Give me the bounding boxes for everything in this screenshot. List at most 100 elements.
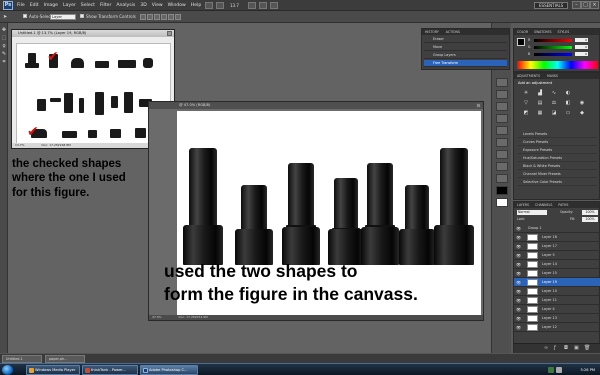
tab-color[interactable]: COLOR <box>517 30 528 34</box>
history-item[interactable]: Group Layers <box>424 52 507 59</box>
main-window-zoom[interactable]: 47.0% <box>152 315 162 319</box>
invert-icon[interactable]: ◩ <box>522 110 530 117</box>
visibility-eye-icon[interactable]: 👁 <box>516 296 522 305</box>
arrange-documents-icon[interactable] <box>270 2 278 9</box>
auto-select-dropdown[interactable]: Layer <box>50 14 76 20</box>
menu-image[interactable]: Image <box>44 0 58 11</box>
crop-tool-icon[interactable]: ⌗ <box>1 59 7 65</box>
panel-icon[interactable] <box>496 162 508 171</box>
layer-row-selected[interactable]: 👁 Layer 19 <box>514 278 600 287</box>
layer-row[interactable]: 👁 Layer 13 <box>514 314 600 323</box>
layer-style-icon[interactable]: ƒ <box>554 345 556 351</box>
foreground-color-swatch[interactable] <box>517 38 525 46</box>
visibility-eye-icon[interactable]: 👁 <box>516 269 522 278</box>
layer-row[interactable]: 👁 Layer 15 <box>514 269 600 278</box>
visibility-eye-icon[interactable]: 👁 <box>516 242 522 251</box>
new-layer-icon[interactable]: ▣ <box>574 345 579 351</box>
small-window-zoom[interactable]: 13.7% <box>15 143 25 147</box>
preset-row[interactable]: Channel Mixer Presets <box>517 171 597 178</box>
align-right-icon[interactable] <box>175 14 181 20</box>
align-bottom-icon[interactable] <box>154 14 160 20</box>
align-vcenter-icon[interactable] <box>147 14 153 20</box>
fill-field[interactable]: 100% <box>582 217 598 222</box>
panel-icon[interactable] <box>496 174 508 183</box>
marquee-tool-icon[interactable]: ⬚ <box>1 35 7 41</box>
clock[interactable]: 5:26 PM <box>566 365 598 375</box>
preset-row[interactable]: Hue/Saturation Presets <box>517 155 597 162</box>
tab-layers[interactable]: LAYERS <box>517 203 529 207</box>
rotate-view-icon[interactable] <box>259 2 267 9</box>
visibility-eye-icon[interactable]: 👁 <box>516 314 522 323</box>
layer-row[interactable]: 👁 Layer 11 <box>514 296 600 305</box>
red-value[interactable]: 0 <box>575 38 588 42</box>
photo-filter-icon[interactable]: ◉ <box>578 100 586 107</box>
main-window-canvas[interactable]: used the two shapes to form the figure i… <box>164 111 481 316</box>
curves-icon[interactable]: ∿ <box>550 90 558 97</box>
preset-row[interactable]: Selective Color Presets <box>517 179 597 186</box>
blue-slider[interactable] <box>534 53 572 56</box>
minimized-doc-tab[interactable]: Untitled-1 <box>2 355 42 363</box>
visibility-eye-icon[interactable]: 👁 <box>516 260 522 269</box>
auto-select-checkbox[interactable] <box>23 14 27 18</box>
layer-row[interactable]: 👁 Layer 16 <box>514 233 600 242</box>
menu-help[interactable]: Help <box>191 0 201 11</box>
small-window-close-icon[interactable] <box>167 31 172 36</box>
tab-history[interactable]: HISTORY <box>425 30 439 34</box>
menu-view[interactable]: View <box>152 0 163 11</box>
visibility-eye-icon[interactable]: 👁 <box>516 224 522 233</box>
panel-icon[interactable] <box>496 90 508 99</box>
menu-edit[interactable]: Edit <box>30 0 39 11</box>
move-tool-icon[interactable]: ✥ <box>1 27 7 33</box>
preset-row[interactable]: Levels Presets <box>517 131 597 138</box>
minimized-doc-tab[interactable]: paper-ph... <box>45 355 85 363</box>
tab-masks[interactable]: MASKS <box>547 74 558 78</box>
panel-icon[interactable] <box>496 114 508 123</box>
main-window-title[interactable]: @ 47.0% (RGB/8) <box>149 102 483 109</box>
network-icon[interactable] <box>548 367 554 373</box>
color-balance-icon[interactable]: ⚖ <box>550 100 558 107</box>
panel-icon[interactable] <box>496 138 508 147</box>
tab-paths[interactable]: PATHS <box>558 203 568 207</box>
maximize-icon[interactable]: □ <box>581 1 590 9</box>
main-window-close-icon[interactable] <box>476 103 481 108</box>
align-left-icon[interactable] <box>161 14 167 20</box>
history-item[interactable]: Move <box>424 44 507 51</box>
history-item[interactable]: Eraser <box>424 36 507 43</box>
menu-select[interactable]: Select <box>81 0 95 11</box>
visibility-eye-icon[interactable]: 👁 <box>516 323 522 332</box>
quick-select-tool-icon[interactable]: ✎ <box>1 51 7 57</box>
green-value[interactable]: 0 <box>575 45 588 49</box>
layer-row[interactable]: 👁 Layer 14 <box>514 260 600 269</box>
visibility-eye-icon[interactable]: 👁 <box>516 251 522 260</box>
layer-row[interactable]: 👁 Layer 5 <box>514 251 600 260</box>
link-layers-icon[interactable]: ∞ <box>544 345 548 351</box>
green-slider[interactable] <box>534 46 572 49</box>
vibrance-icon[interactable]: ▽ <box>522 100 530 107</box>
visibility-eye-icon[interactable]: 👁 <box>516 287 522 296</box>
taskbar-item-active[interactable]: Adobe Photoshop C... <box>140 365 198 375</box>
gradient-map-icon[interactable]: ▭ <box>564 110 572 117</box>
brightness-icon[interactable]: ☀ <box>522 90 530 97</box>
hue-saturation-icon[interactable]: ▤ <box>536 100 544 107</box>
visibility-eye-icon[interactable]: 👁 <box>516 305 522 314</box>
move-tool-icon[interactable]: ➤ <box>3 14 7 20</box>
workspace-switcher[interactable]: ESSENTIALS <box>534 2 569 9</box>
posterize-icon[interactable]: ▦ <box>536 110 544 117</box>
color-spectrum-ramp[interactable] <box>517 61 598 69</box>
show-transform-checkbox[interactable] <box>80 14 84 18</box>
panel-icon[interactable] <box>496 102 508 111</box>
visibility-eye-icon[interactable]: 👁 <box>516 278 522 287</box>
menu-3d[interactable]: 3D <box>140 0 146 11</box>
preset-row[interactable]: Exposure Presets <box>517 147 597 154</box>
trash-icon[interactable]: 🗑 <box>584 345 590 351</box>
foreground-color-swatch[interactable] <box>496 186 508 195</box>
selective-color-icon[interactable]: ◆ <box>578 110 586 117</box>
zoom-readout[interactable]: 13.7 <box>230 3 239 8</box>
small-window-title[interactable]: Untitled-1 @ 13.7% (Layer 19, RGB/8) <box>12 30 174 37</box>
lasso-tool-icon[interactable]: ϙ <box>1 43 7 49</box>
menu-window[interactable]: Window <box>168 0 186 11</box>
opacity-field[interactable]: 100% <box>582 210 598 215</box>
blend-mode-dropdown[interactable]: Normal <box>517 210 547 215</box>
menu-file[interactable]: File <box>17 0 25 11</box>
exposure-icon[interactable]: ◐ <box>564 90 572 97</box>
